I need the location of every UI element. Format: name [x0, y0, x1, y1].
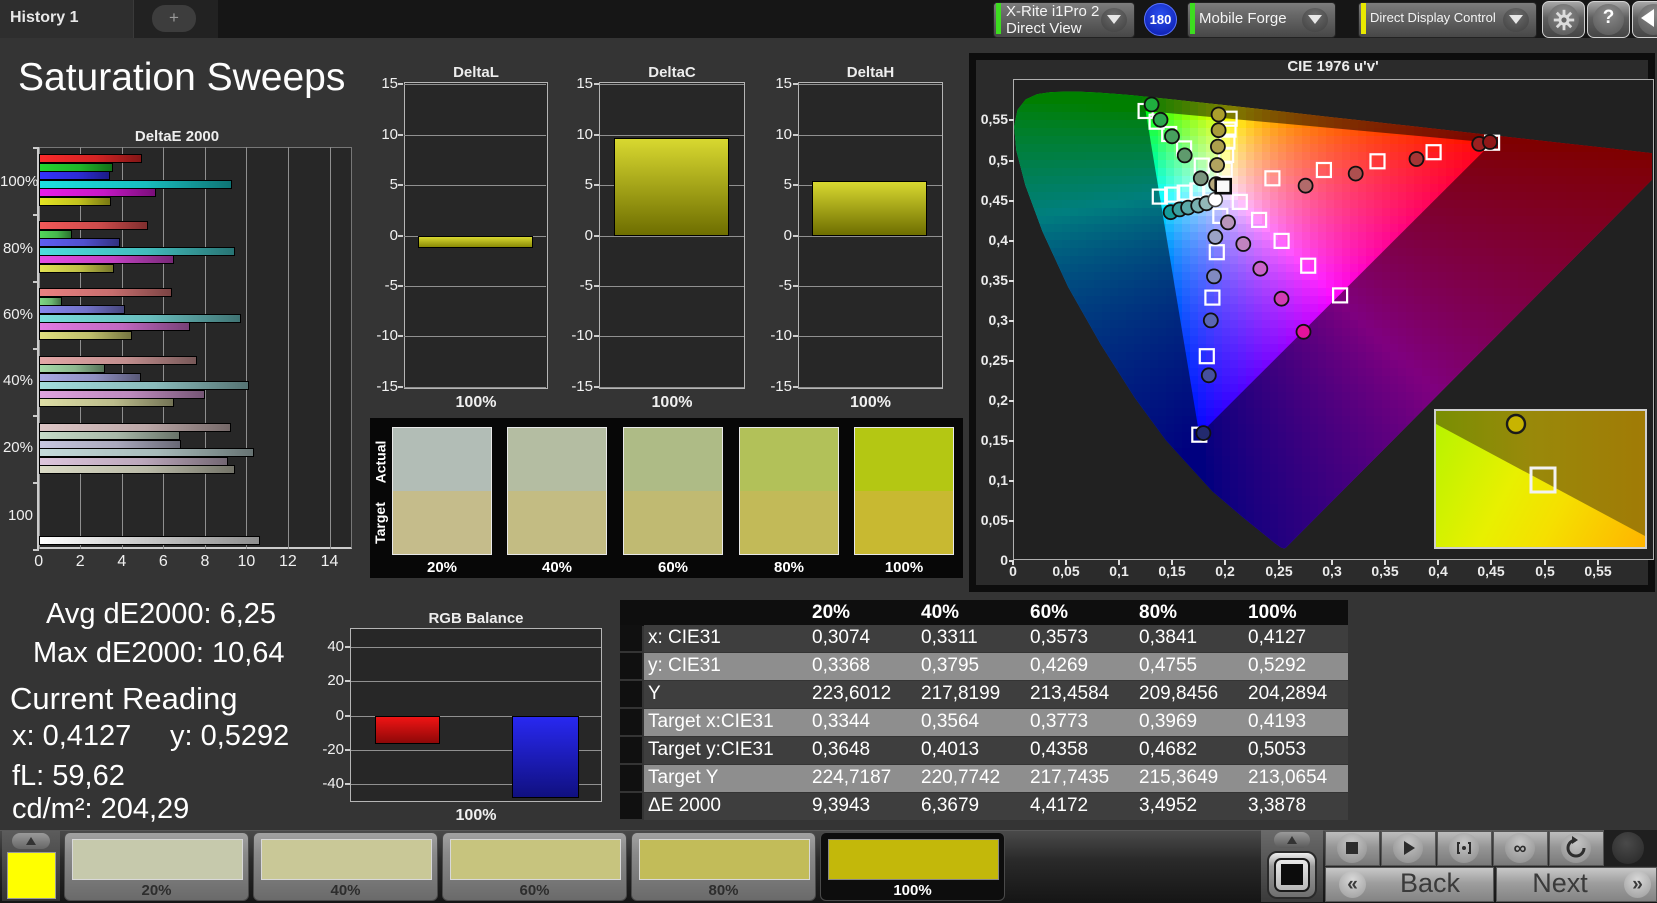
svg-text:∞: ∞ [1514, 838, 1527, 858]
